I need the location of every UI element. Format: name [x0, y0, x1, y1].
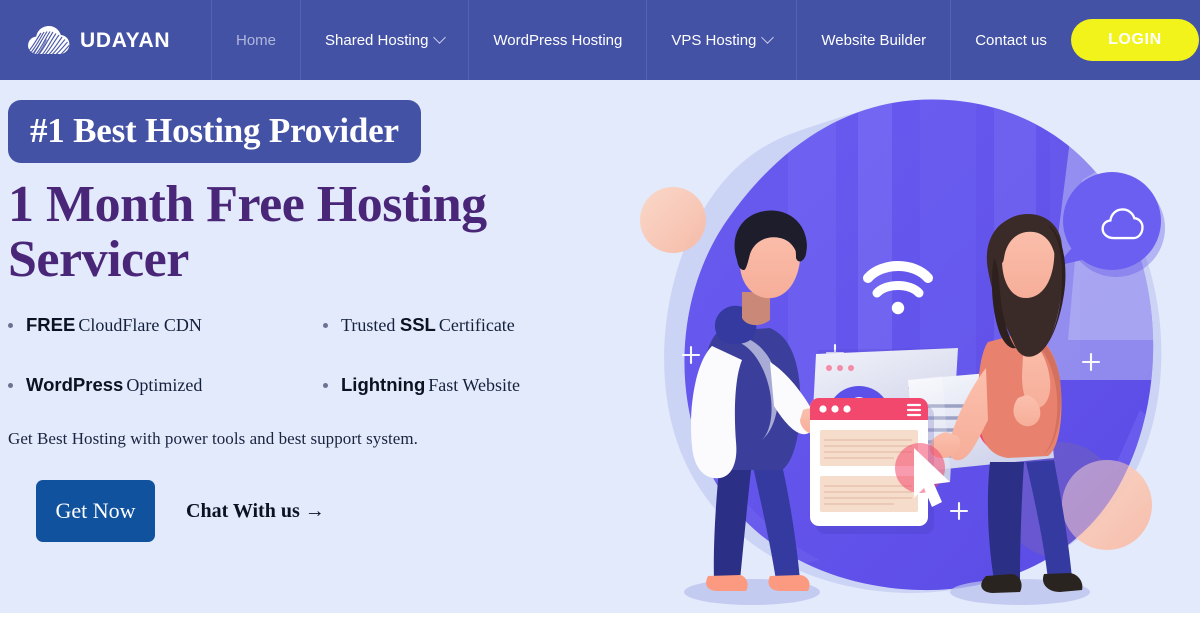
feature-rest: Certificate	[438, 315, 515, 336]
nav-item-contact-us-label: Contact us	[975, 31, 1047, 49]
chevron-down-icon	[433, 30, 447, 44]
nav-item-vps-hosting[interactable]: VPS Hosting	[646, 0, 796, 80]
nav-item-shared-hosting[interactable]: Shared Hosting	[300, 0, 468, 80]
bullet-dot-icon	[8, 383, 13, 389]
nav-item-home[interactable]: Home	[211, 0, 300, 80]
bullet-dot-icon	[323, 323, 328, 329]
nav-item-wordpress-hosting[interactable]: WordPress Hosting	[468, 0, 646, 80]
brand-name: UDAYAN	[80, 28, 171, 52]
nav-item-shared-hosting-label: Shared Hosting	[325, 31, 429, 49]
nav-item-website-builder[interactable]: Website Builder	[796, 0, 950, 80]
nav-links: Home Shared Hosting WordPress Hosting VP…	[211, 0, 1071, 80]
bullet-dot-icon	[323, 383, 328, 389]
feature-strong: SSL	[399, 314, 436, 336]
feature-strong: Lightning	[341, 374, 426, 396]
chevron-down-icon	[761, 30, 775, 44]
feature-strong: FREE	[26, 314, 76, 336]
browser-window-mockup	[810, 398, 950, 534]
landing-page: UDAYAN Home Shared Hosting WordPress Hos…	[0, 0, 1200, 634]
nav-item-contact-us[interactable]: Contact us	[950, 0, 1071, 80]
get-now-button[interactable]: Get Now	[36, 480, 155, 543]
feature-list: FREE CloudFlare CDN Trusted SSL Certificat…	[8, 314, 548, 396]
hero-description: Get Best Hosting with power tools and be…	[8, 429, 418, 449]
feature-strong: WordPress	[26, 374, 124, 396]
cta-row: Get Now Chat With us →	[8, 480, 618, 543]
feature-rest: CloudFlare CDN	[78, 315, 202, 336]
nav-item-wordpress-hosting-label: WordPress Hosting	[493, 31, 623, 49]
feature-lead: Trusted	[341, 315, 396, 336]
hero-title-line-2: Servicer	[8, 230, 189, 288]
feature-item-wordpress: WordPress Optimized	[8, 374, 323, 396]
decorative-circle-peach-left	[640, 187, 706, 253]
cloud-bubble-circle	[1063, 172, 1161, 270]
nav-item-vps-hosting-label: VPS Hosting	[671, 31, 757, 49]
nav-item-website-builder-label: Website Builder	[821, 31, 927, 49]
main-navigation-bar: UDAYAN Home Shared Hosting WordPress Hos…	[0, 0, 1200, 80]
hero-illustration	[620, 80, 1200, 613]
hero-copy: #1 Best Hosting Provider 1 Month Free Ho…	[8, 100, 618, 543]
hero-title-line-1: 1 Month Free Hosting	[8, 176, 487, 233]
feature-rest: Optimized	[126, 375, 203, 396]
hero-section: #1 Best Hosting Provider 1 Month Free Ho…	[0, 80, 1200, 613]
cloud-striped-logo-icon	[27, 24, 71, 56]
feature-rest: Fast Website	[428, 375, 520, 396]
page-title: 1 Month Free Hosting Servicer	[8, 176, 618, 288]
login-button[interactable]: LOGIN	[1070, 19, 1199, 61]
login-button-wrapper: LOGIN	[1070, 19, 1199, 61]
bottom-white-strip	[0, 613, 1200, 634]
brand-logo-link[interactable]: UDAYAN	[27, 24, 207, 56]
chat-with-us-button[interactable]: Chat With us →	[186, 500, 325, 523]
nav-item-home-label: Home	[236, 31, 277, 49]
feature-item-lightning: Lightning Fast Website	[323, 374, 548, 396]
bullet-dot-icon	[8, 323, 13, 329]
browser-traffic-lights	[819, 405, 851, 413]
feature-item-free-cdn: FREE CloudFlare CDN	[8, 314, 323, 336]
hero-badge: #1 Best Hosting Provider	[8, 100, 421, 163]
feature-item-ssl: Trusted SSL Certificate	[323, 314, 548, 336]
